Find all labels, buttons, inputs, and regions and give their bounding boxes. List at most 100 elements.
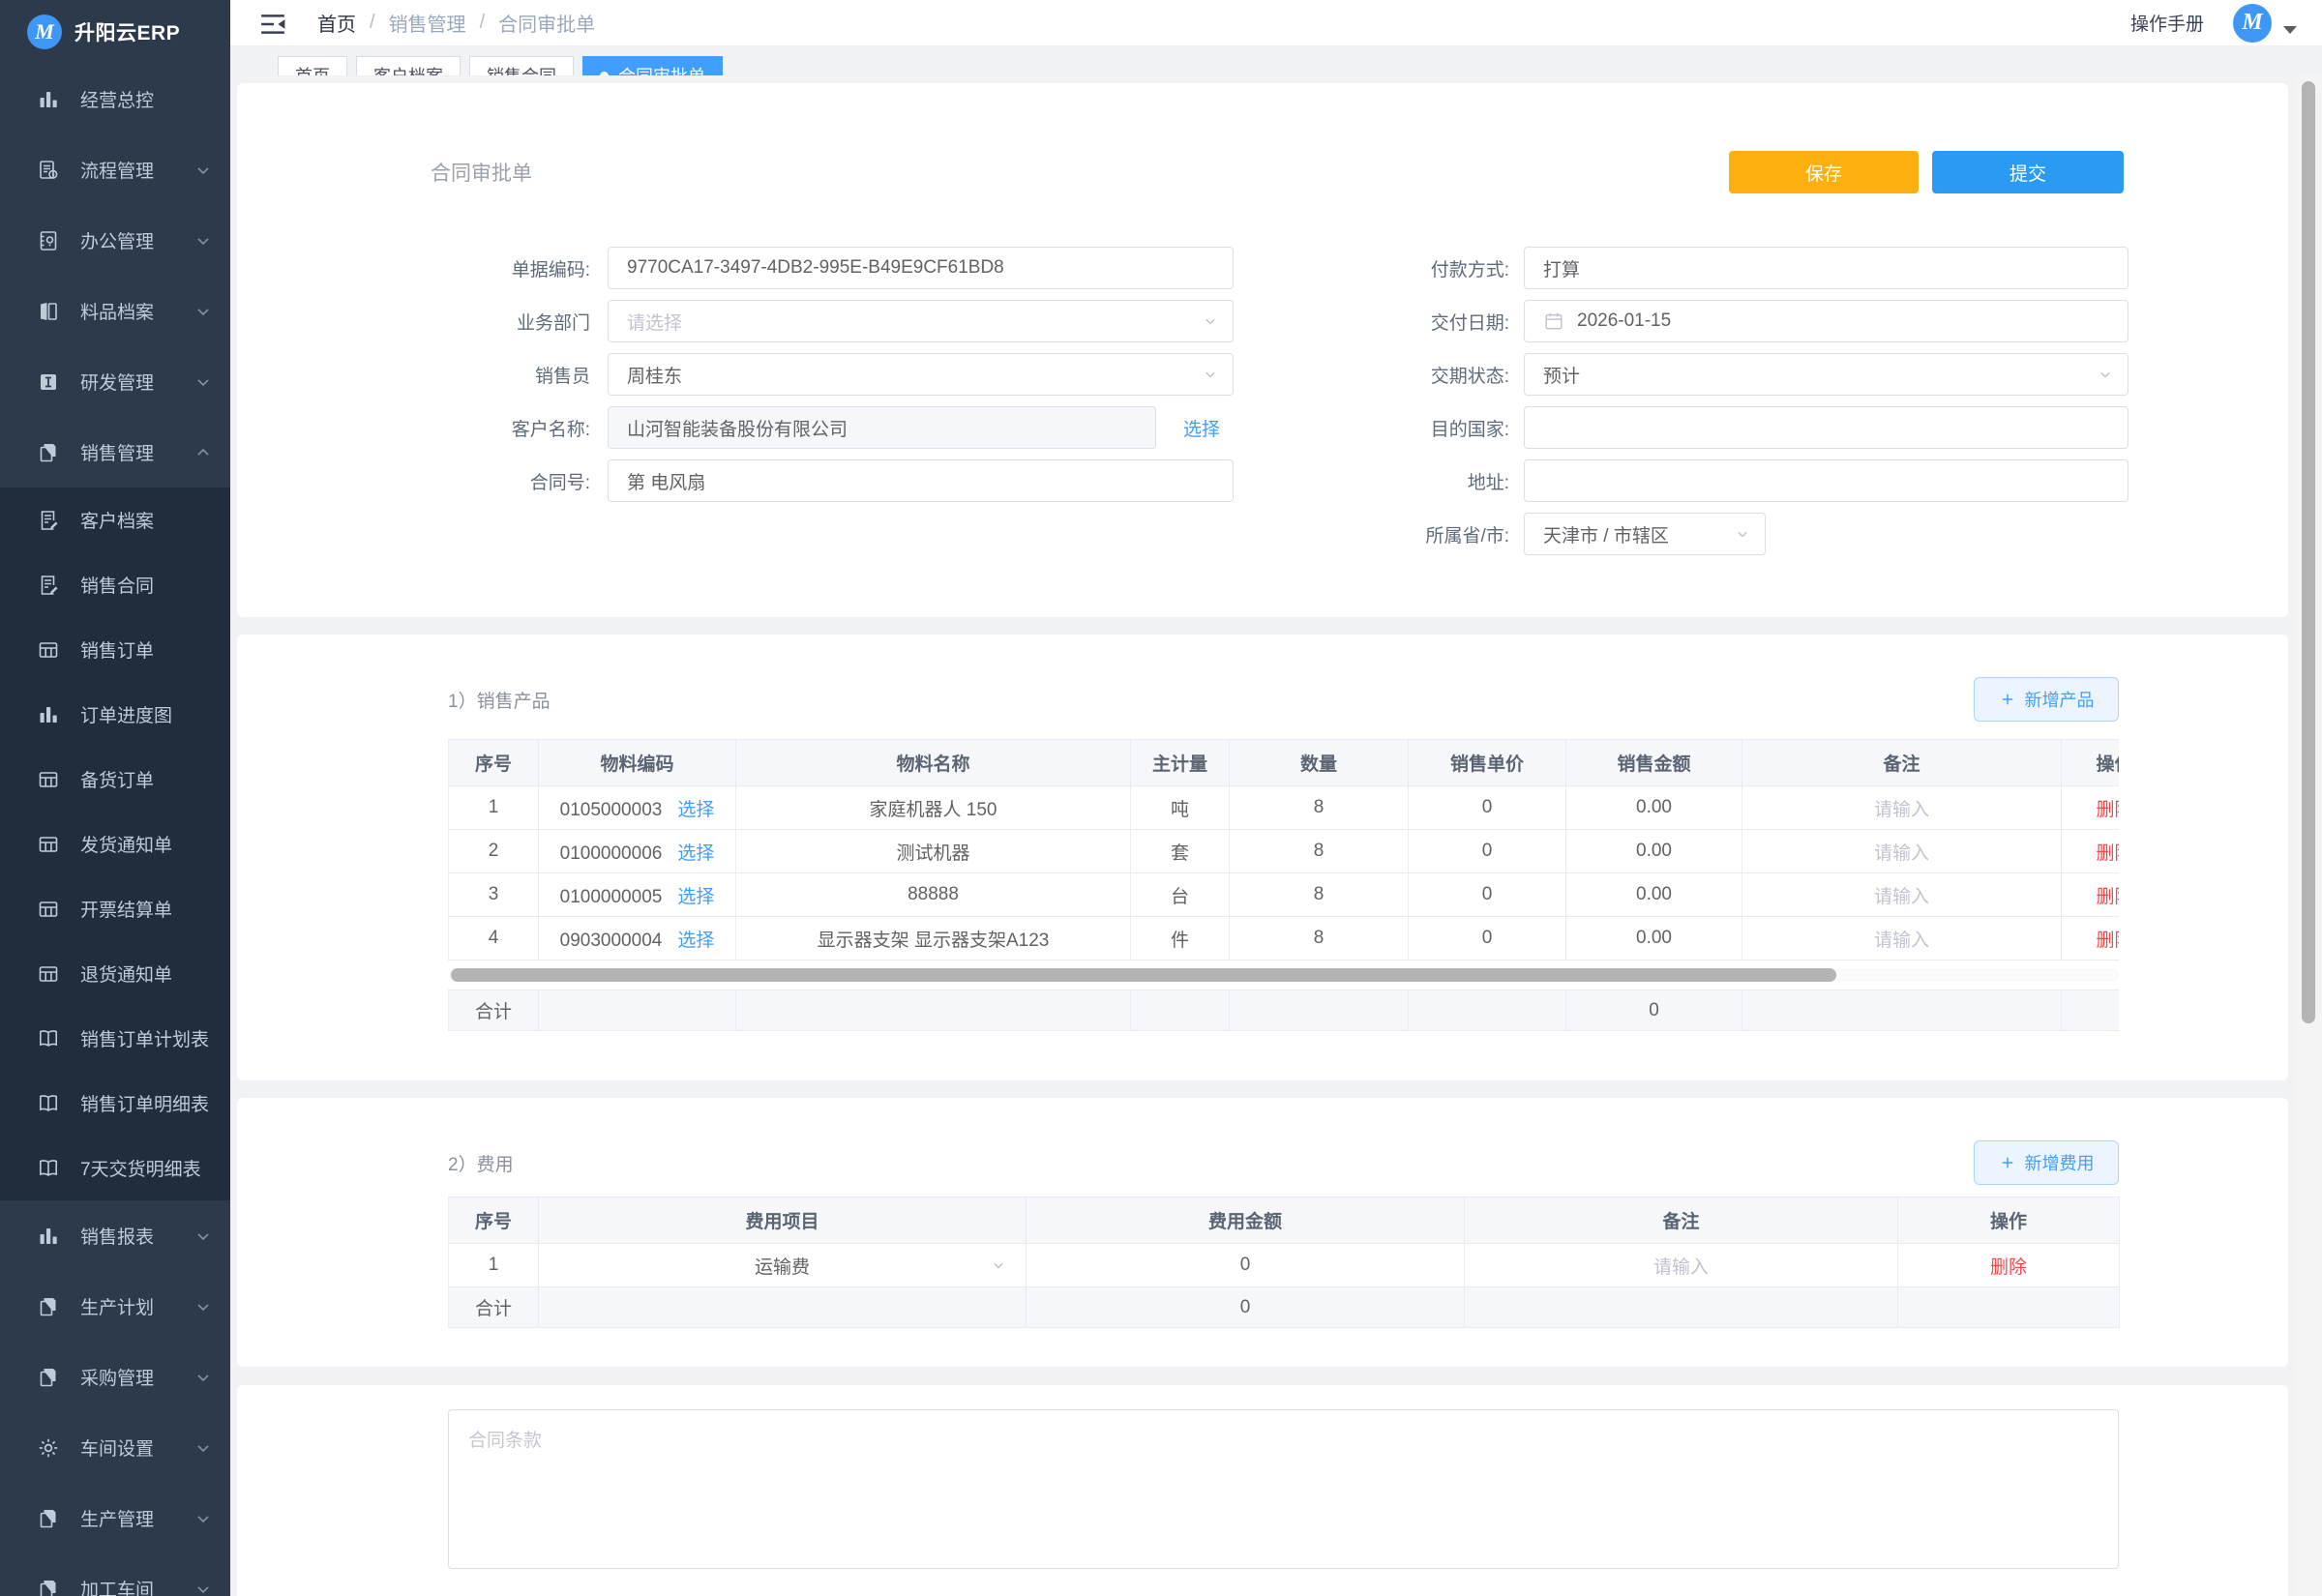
- delete-row-link[interactable]: 删除: [1990, 1257, 2027, 1278]
- text-field[interactable]: 山河智能装备股份有限公司: [608, 406, 1156, 449]
- save-button[interactable]: 保存: [1729, 151, 1919, 193]
- content-scroll-area: 合同审批单 保存 提交 单据编码:9770CA17-3497-4DB2-995E…: [230, 75, 2322, 1596]
- column-header: 操作: [2062, 740, 2120, 786]
- delete-row-link[interactable]: 删除: [2096, 887, 2119, 907]
- select-customer-link[interactable]: 选择: [1183, 415, 1220, 441]
- cell-fee-amount[interactable]: 0: [1027, 1244, 1465, 1287]
- sidebar-item-开票结算单[interactable]: 开票结算单: [0, 876, 230, 941]
- cell-code: 0903000004选择: [539, 917, 736, 961]
- sidebar-item-办公管理[interactable]: 办公管理: [0, 205, 230, 276]
- delete-row-link[interactable]: 删除: [2096, 800, 2119, 820]
- manual-link[interactable]: 操作手册: [2130, 10, 2204, 36]
- text-field[interactable]: [1524, 406, 2128, 449]
- select-material-link[interactable]: 选择: [677, 931, 714, 951]
- cell-remark[interactable]: 请输入: [1742, 917, 2062, 961]
- select-material-link[interactable]: 选择: [677, 843, 714, 864]
- date-field[interactable]: 2026-01-15: [1524, 300, 2128, 342]
- sidebar-item-label: 采购管理: [80, 1364, 194, 1390]
- submit-button[interactable]: 提交: [1932, 151, 2124, 193]
- select-arrow-icon: [2096, 365, 2115, 384]
- sidebar-collapse-icon[interactable]: [259, 11, 288, 36]
- cell-remark[interactable]: 请输入: [1742, 873, 2062, 917]
- cell-remark[interactable]: 请输入: [1742, 786, 2062, 830]
- cell-price[interactable]: 0: [1409, 830, 1566, 873]
- sidebar-item-销售报表[interactable]: 销售报表: [0, 1200, 230, 1271]
- field-control-zone: 预计: [1524, 353, 2128, 396]
- cell-qty[interactable]: 8: [1230, 830, 1409, 873]
- text-field[interactable]: 9770CA17-3497-4DB2-995E-B49E9CF61BD8: [608, 247, 1234, 289]
- sidebar-item-研发管理[interactable]: 研发管理: [0, 346, 230, 417]
- tab-首页[interactable]: 首页: [278, 56, 347, 75]
- sidebar-item-料品档案[interactable]: 料品档案: [0, 276, 230, 346]
- sidebar-item-生产计划[interactable]: 生产计划: [0, 1271, 230, 1342]
- sidebar-item-客户档案[interactable]: 客户档案: [0, 488, 230, 552]
- table-grid-icon: [37, 638, 60, 662]
- delete-row-link[interactable]: 删除: [2096, 931, 2119, 951]
- tab-合同审批单[interactable]: 合同审批单: [582, 56, 723, 75]
- select-field[interactable]: 预计: [1524, 353, 2128, 396]
- cell-fee-item[interactable]: 运输费: [539, 1244, 1027, 1287]
- contract-terms-textarea[interactable]: 合同条款: [448, 1409, 2119, 1569]
- sidebar-item-销售合同[interactable]: 销售合同: [0, 552, 230, 617]
- add-fee-button[interactable]: 新增费用: [1974, 1140, 2119, 1185]
- select-material-link[interactable]: 选择: [677, 800, 714, 820]
- topbar: 首页/销售管理/合同审批单 操作手册 M: [230, 0, 2322, 46]
- cell-qty[interactable]: 8: [1230, 873, 1409, 917]
- page-vscrollbar-thumb[interactable]: [2302, 81, 2315, 1023]
- sidebar-item-label: 开票结算单: [80, 896, 213, 922]
- cell-remark[interactable]: 请输入: [1742, 830, 2062, 873]
- sidebar-item-加工车间[interactable]: 加工车间: [0, 1553, 230, 1596]
- field-label: 交付日期:: [1238, 309, 1509, 335]
- cell-qty[interactable]: 8: [1230, 786, 1409, 830]
- sidebar-item-备货订单[interactable]: 备货订单: [0, 747, 230, 812]
- text-field[interactable]: 第 电风扇: [608, 459, 1234, 502]
- sidebar-item-label: 销售订单: [80, 636, 213, 663]
- cell-unit: 件: [1131, 917, 1230, 961]
- field-control-zone: 9770CA17-3497-4DB2-995E-B49E9CF61BD8: [608, 247, 1234, 289]
- delete-row-link[interactable]: 删除: [2096, 843, 2119, 864]
- select-field[interactable]: 天津市 / 市辖区: [1524, 513, 1766, 555]
- select-field[interactable]: 周桂东: [608, 353, 1234, 396]
- sidebar-item-销售管理[interactable]: 销售管理: [0, 417, 230, 488]
- cell-remark[interactable]: 请输入: [1465, 1244, 1898, 1287]
- topbar-right: 操作手册 M: [2130, 4, 2297, 43]
- tab-客户档案[interactable]: 客户档案: [356, 56, 461, 75]
- cell-name: 测试机器: [736, 830, 1131, 873]
- cell-price[interactable]: 0: [1409, 786, 1566, 830]
- sidebar-item-采购管理[interactable]: 采购管理: [0, 1342, 230, 1412]
- sidebar-item-销售订单计划表[interactable]: 销售订单计划表: [0, 1006, 230, 1071]
- text-field[interactable]: 打算: [1524, 247, 2128, 289]
- sidebar-item-订单进度图[interactable]: 订单进度图: [0, 682, 230, 747]
- field-label: 合同号:: [431, 468, 590, 494]
- products-hscrollbar-thumb[interactable]: [451, 968, 1836, 982]
- cell-price[interactable]: 0: [1409, 917, 1566, 961]
- cell-amount: 0.00: [1566, 873, 1742, 917]
- sidebar-item-销售订单明细表[interactable]: 销售订单明细表: [0, 1071, 230, 1136]
- select-material-link[interactable]: 选择: [677, 887, 714, 907]
- cell-price[interactable]: 0: [1409, 873, 1566, 917]
- chevron-down-icon: [194, 1368, 213, 1387]
- cell-qty[interactable]: 8: [1230, 917, 1409, 961]
- total-label: 合计: [449, 1287, 539, 1328]
- breadcrumb-item[interactable]: 首页: [317, 9, 356, 37]
- text-field[interactable]: [1524, 459, 2128, 502]
- sidebar-item-流程管理[interactable]: 流程管理: [0, 134, 230, 205]
- sidebar-item-7天交货明细表[interactable]: 7天交货明细表: [0, 1136, 230, 1200]
- sidebar-item-销售订单[interactable]: 销售订单: [0, 617, 230, 682]
- select-field[interactable]: 请选择: [608, 300, 1234, 342]
- tab-销售合同[interactable]: 销售合同: [469, 56, 574, 75]
- sidebar-item-生产管理[interactable]: 生产管理: [0, 1483, 230, 1553]
- sidebar-item-发货通知单[interactable]: 发货通知单: [0, 812, 230, 876]
- total-cell: [736, 990, 1131, 1031]
- add-product-button[interactable]: 新增产品: [1974, 677, 2119, 722]
- avatar[interactable]: M: [2233, 4, 2272, 43]
- sidebar-item-经营总控[interactable]: 经营总控: [0, 64, 230, 134]
- total-cell: [539, 990, 736, 1031]
- copy-doc-icon: [37, 441, 60, 464]
- sidebar-item-退货通知单[interactable]: 退货通知单: [0, 941, 230, 1006]
- field-label: 单据编码:: [431, 255, 590, 281]
- column-header: 物料名称: [736, 740, 1131, 786]
- cell-unit: 台: [1131, 873, 1230, 917]
- avatar-caret-icon[interactable]: [2283, 26, 2297, 34]
- sidebar-item-车间设置[interactable]: 车间设置: [0, 1412, 230, 1483]
